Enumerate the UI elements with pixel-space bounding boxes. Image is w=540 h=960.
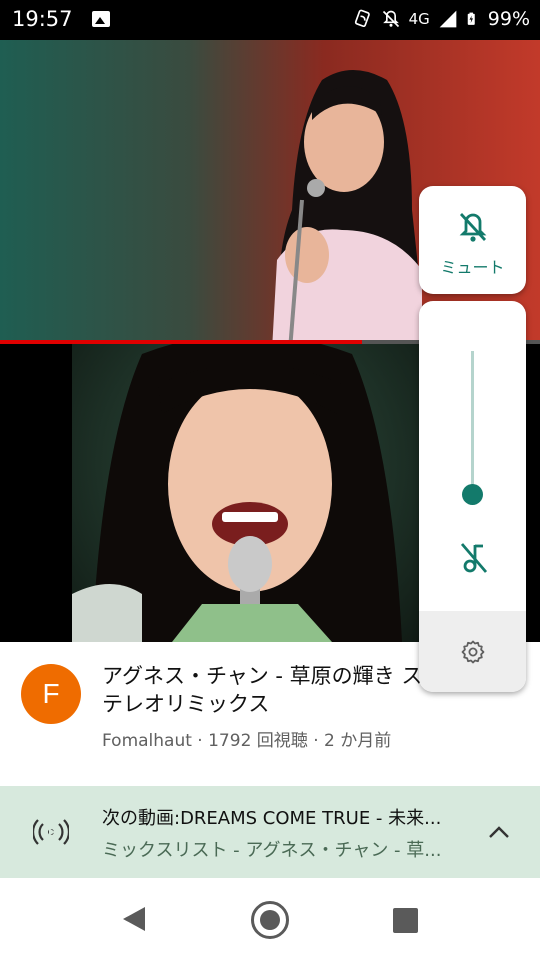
bell-off-icon bbox=[382, 10, 399, 28]
video-frame-closeup bbox=[72, 344, 420, 642]
music-off-icon[interactable] bbox=[459, 539, 489, 575]
signal-icon bbox=[439, 10, 457, 28]
next-video-title: 次の動画:DREAMS COME TRUE - 未来... bbox=[102, 808, 442, 829]
battery-level: 99% bbox=[487, 8, 530, 30]
status-bar: 19:57 4G 99% bbox=[0, 0, 540, 40]
chevron-up-icon[interactable] bbox=[486, 819, 512, 845]
cast-icon[interactable] bbox=[33, 818, 69, 846]
next-video-subtitle: ミックスリスト - アグネス・チャン - 草... bbox=[102, 840, 442, 861]
home-icon[interactable] bbox=[251, 901, 289, 939]
network-type: 4G bbox=[408, 10, 430, 28]
video-title-line2: テレオリミックス bbox=[102, 692, 270, 716]
bell-off-icon bbox=[459, 213, 487, 242]
volume-panel bbox=[419, 301, 526, 692]
photo-icon bbox=[92, 11, 110, 27]
avatar-initial: F bbox=[42, 678, 60, 709]
recents-icon[interactable] bbox=[393, 908, 418, 933]
back-icon[interactable] bbox=[121, 905, 147, 933]
volume-slider-thumb[interactable] bbox=[462, 484, 483, 505]
volume-settings-button[interactable] bbox=[419, 611, 526, 692]
next-video-bar[interactable]: 次の動画:DREAMS COME TRUE - 未来... ミックスリスト - … bbox=[0, 786, 540, 878]
video-frame-singer bbox=[272, 70, 427, 342]
status-icons: 4G 99% bbox=[353, 8, 530, 30]
mute-toggle[interactable]: ミュート bbox=[419, 186, 526, 294]
channel-avatar[interactable]: F bbox=[21, 664, 81, 724]
gear-icon bbox=[461, 640, 485, 664]
status-time: 19:57 bbox=[12, 7, 73, 31]
nfc-icon bbox=[354, 9, 370, 28]
battery-charging-icon bbox=[467, 12, 475, 25]
volume-slider-track[interactable] bbox=[471, 351, 474, 494]
mute-label: ミュート bbox=[440, 258, 505, 277]
system-nav-bar bbox=[0, 878, 540, 960]
video-meta: Fomalhaut · 1792 回視聴 · 2 か月前 bbox=[102, 731, 392, 751]
